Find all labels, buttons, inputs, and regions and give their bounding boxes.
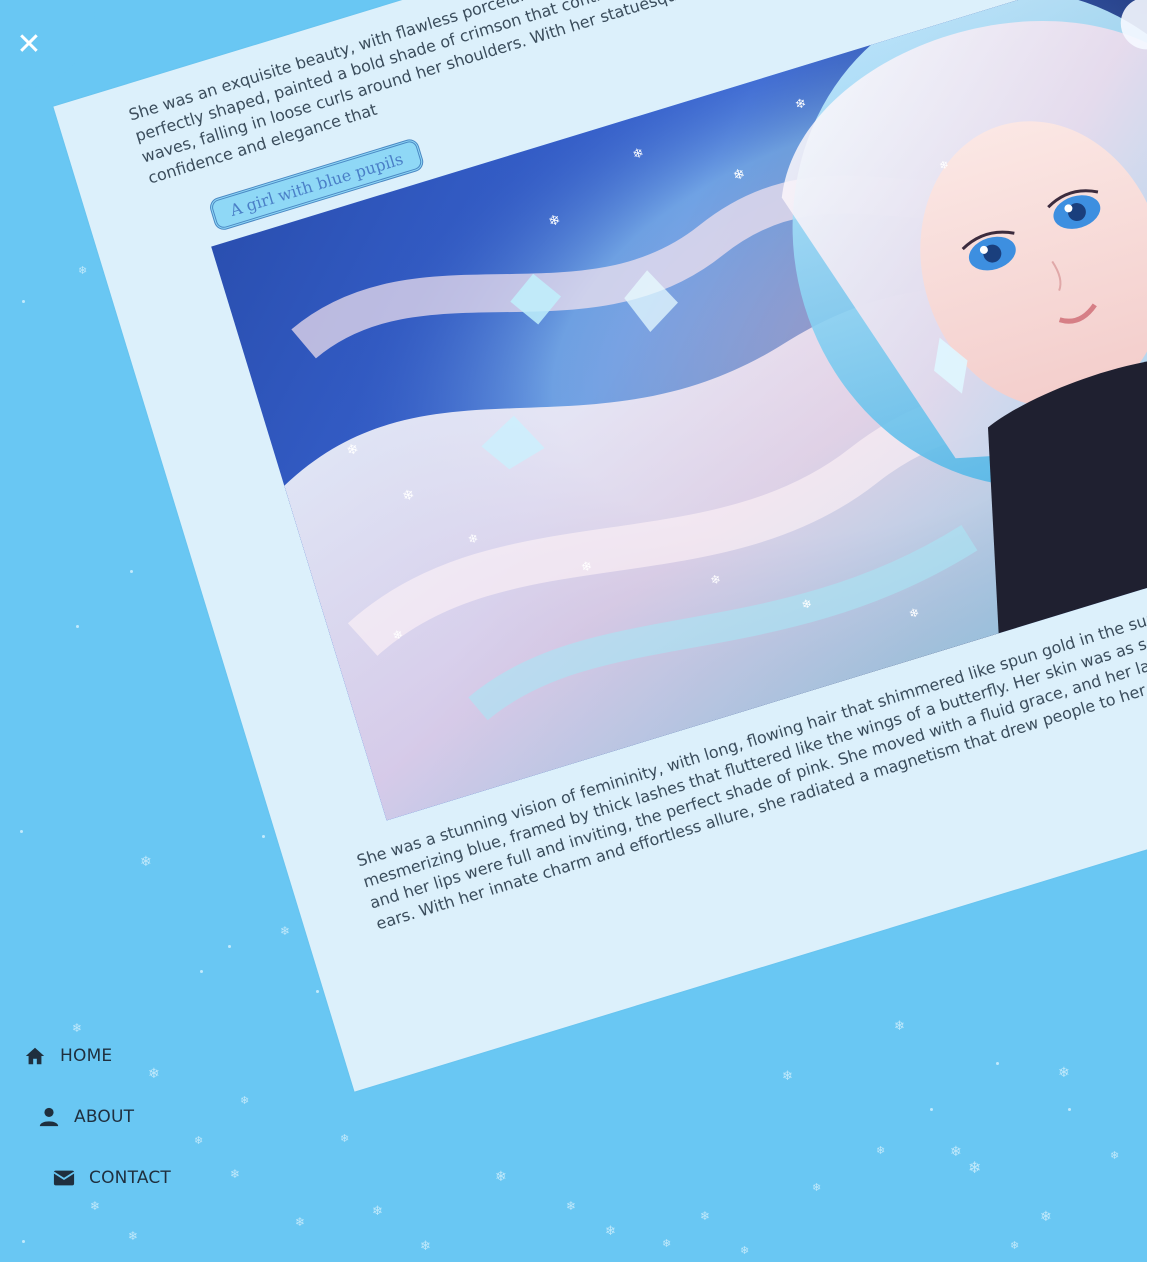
snow-dot (22, 1240, 25, 1243)
snowflake-icon: ❄ (78, 264, 88, 277)
snow-dot (22, 300, 25, 303)
snowflake-icon: ❄ (128, 1229, 139, 1243)
snow-dot (76, 625, 79, 628)
snowflake-icon: ❄ (372, 1204, 383, 1219)
snow-dot (1068, 1108, 1071, 1111)
snowflake-icon: ❄ (700, 1209, 711, 1223)
home-icon (24, 1045, 46, 1067)
snowflake-icon: ❄ (420, 1239, 431, 1254)
snowflake-icon: ❄ (140, 854, 152, 870)
envelope-icon (53, 1167, 75, 1189)
snowflake-icon: ❄ (240, 1094, 250, 1107)
snow-dot (996, 1062, 999, 1065)
snow-dot (20, 830, 23, 833)
nav-item-about[interactable]: ABOUT (38, 1106, 134, 1128)
snowflake-icon: ❄ (1110, 1149, 1120, 1162)
snow-dot (228, 945, 231, 948)
snowflake-icon: ❄ (230, 1167, 241, 1181)
nav-item-home[interactable]: HOME (24, 1045, 112, 1067)
close-button-backdrop (0, 0, 95, 90)
snowflake-icon: ❄ (876, 1144, 886, 1157)
snowflake-icon: ❄ (340, 1132, 350, 1145)
page-stage: ❄ ❄ ❄ ❄ ❄ ❄ ❄ ❄ ❄ ❄ ❄ ❄ ❄ ❄ ❄ ❄ ❄ ❄ ❄ ❄ … (0, 0, 1149, 1262)
nav-item-label: ABOUT (74, 1107, 135, 1127)
nav-item-label: HOME (60, 1046, 113, 1066)
snowflake-icon: ❄ (194, 1134, 204, 1147)
snowflake-icon: ❄ (968, 1158, 982, 1177)
snowflake-icon: ❄ (740, 1244, 750, 1257)
snowflake-icon: ❄ (894, 1019, 905, 1034)
snowflake-icon: ❄ (1010, 1239, 1020, 1252)
snowflake-icon: ❄ (812, 1181, 822, 1194)
snowflake-icon: ❄ (495, 1169, 507, 1185)
snow-dot (130, 570, 133, 573)
snowflake-icon: ❄ (566, 1199, 577, 1213)
snow-dot (200, 970, 203, 973)
nav-item-contact[interactable]: CONTACT (53, 1167, 171, 1189)
snowflake-icon: ❄ (72, 1021, 83, 1035)
snowflake-icon: ❄ (148, 1066, 160, 1082)
snowflake-icon: ❄ (605, 1224, 616, 1239)
snowflake-icon: ❄ (662, 1237, 672, 1250)
snowflake-icon: ❄ (90, 1199, 101, 1213)
nav-item-label: CONTACT (89, 1168, 172, 1188)
snowflake-icon: ❄ (280, 924, 291, 938)
close-button[interactable]: ✕ (16, 30, 42, 60)
snow-dot (316, 990, 319, 993)
snow-dot (262, 835, 265, 838)
snowflake-icon: ❄ (1040, 1209, 1052, 1225)
snowflake-icon: ❄ (295, 1215, 306, 1229)
article-card: She was an exquisite beauty, with flawle… (53, 0, 1149, 1092)
snow-dot (930, 1108, 933, 1111)
user-icon (38, 1106, 60, 1128)
snowflake-icon: ❄ (950, 1144, 962, 1160)
snowflake-icon: ❄ (782, 1069, 793, 1084)
snowflake-icon: ❄ (1058, 1065, 1070, 1081)
